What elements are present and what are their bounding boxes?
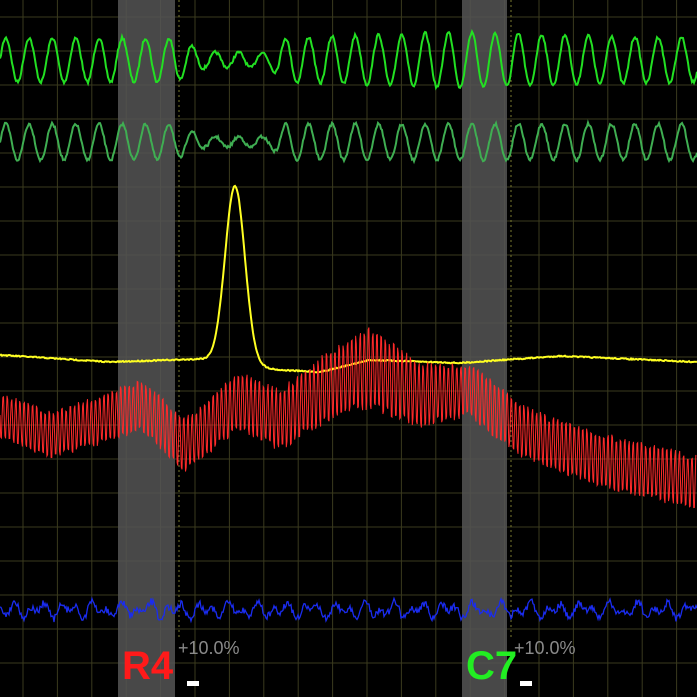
marker-band-c7 — [462, 0, 507, 697]
signal-plot — [0, 0, 697, 697]
marker-label-c7: C7 — [466, 644, 518, 688]
trace-0 — [0, 28, 697, 91]
trace-1 — [0, 119, 697, 165]
trace-3 — [0, 327, 697, 509]
trace-2 — [0, 184, 697, 374]
signal-traces — [0, 28, 697, 624]
marker-band-r4 — [118, 0, 175, 697]
marker-bands — [118, 0, 512, 697]
marker-percent-r4: +10.0% — [178, 638, 240, 658]
trace-4 — [0, 596, 697, 624]
marker-dash-c7 — [520, 681, 532, 686]
marker-label-r4: R4 — [122, 644, 174, 688]
marker-percent-c7: +10.0% — [514, 638, 576, 658]
marker-dash-r4 — [187, 681, 199, 686]
